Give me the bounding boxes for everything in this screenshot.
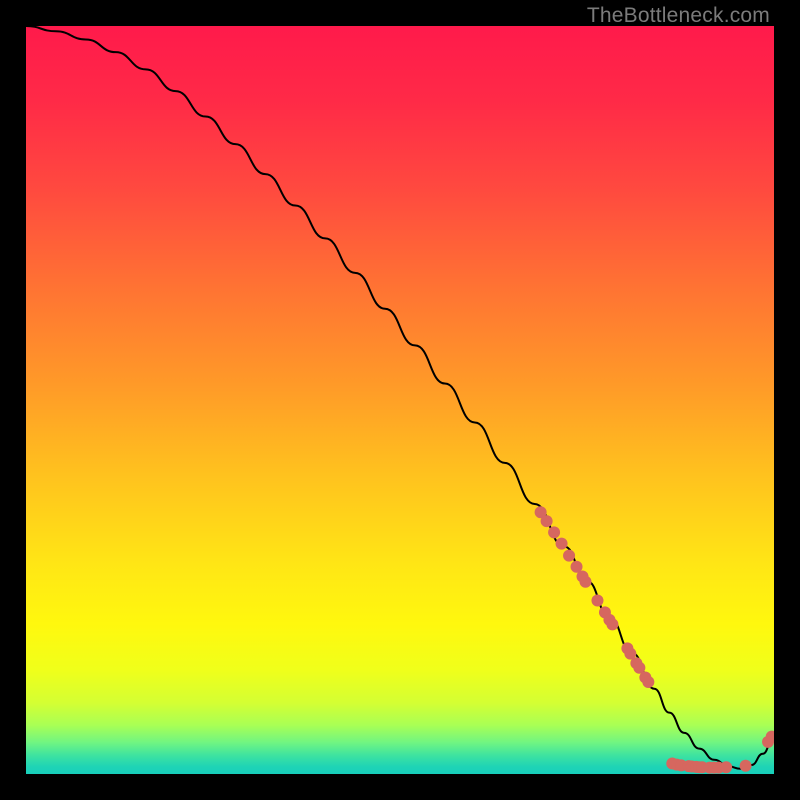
data-marker xyxy=(541,515,553,527)
data-marker xyxy=(548,526,560,538)
data-marker xyxy=(740,760,752,772)
data-marker xyxy=(642,676,654,688)
chart-frame xyxy=(26,26,774,774)
data-marker xyxy=(556,538,568,550)
watermark-text: TheBottleneck.com xyxy=(587,4,770,28)
data-marker xyxy=(563,550,575,562)
data-marker xyxy=(720,761,732,773)
data-marker xyxy=(606,618,618,630)
data-marker xyxy=(580,576,592,588)
chart-plot xyxy=(26,26,774,774)
data-marker xyxy=(591,594,603,606)
gradient-background xyxy=(26,26,774,774)
